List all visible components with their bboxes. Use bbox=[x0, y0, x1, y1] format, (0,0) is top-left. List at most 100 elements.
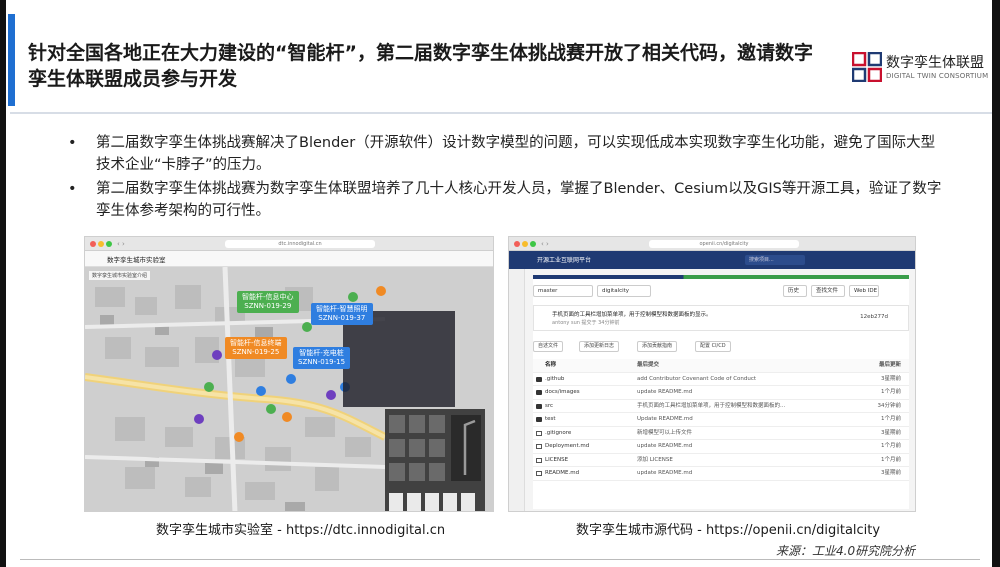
callout-code: SZNN-019-25 bbox=[232, 348, 280, 356]
file-table-header: 名称 最后提交 最后更新 bbox=[533, 359, 909, 373]
readme-button[interactable]: 自述文件 bbox=[533, 341, 564, 352]
folder-icon bbox=[536, 403, 542, 409]
file-name[interactable]: .gitignore bbox=[545, 427, 571, 440]
table-row[interactable]: docs/images update README.md 1个月前 bbox=[533, 386, 909, 400]
add-contributing-button[interactable]: 添加贡献指南 bbox=[637, 341, 678, 352]
file-name[interactable]: docs/images bbox=[545, 386, 580, 399]
browser-nav-arrows-icon: ‹ › bbox=[117, 240, 125, 248]
folder-icon bbox=[536, 390, 542, 395]
file-commit-message[interactable]: 新增模型可以上传文件 bbox=[637, 427, 692, 440]
table-row[interactable]: Deployment.md update README.md 1个月前 bbox=[533, 440, 909, 454]
browser-url: dtc.innodigital.cn bbox=[225, 240, 375, 248]
city-lab-header: 数字孪生城市实验室 bbox=[85, 251, 493, 267]
browser-url: openii.cn/digitalcity bbox=[649, 240, 799, 248]
find-file-button[interactable]: 查找文件 bbox=[811, 285, 845, 297]
file-name[interactable]: src bbox=[545, 400, 553, 413]
file-updated: 3星期前 bbox=[881, 429, 901, 436]
callout-code: SZNN-019-15 bbox=[298, 358, 346, 366]
file-icon bbox=[536, 471, 542, 476]
pole-model-thumbnails bbox=[389, 415, 481, 511]
commit-author: antony sun 提交于 34分钟前 bbox=[552, 320, 620, 326]
callout-pole-charging[interactable]: 智能杆-充电桩 SZNN-019-15 bbox=[293, 347, 351, 369]
col-last-commit: 最后提交 bbox=[637, 362, 660, 368]
file-commit-message[interactable]: update README.md bbox=[637, 440, 692, 453]
callout-pole-info-terminal[interactable]: 智能杆-信息终端 SZNN-019-25 bbox=[225, 337, 287, 359]
file-commit-message[interactable]: Update README.md bbox=[637, 413, 693, 426]
table-row[interactable]: LICENSE 添加 LICENSE 1个月前 bbox=[533, 454, 909, 467]
repo-main: master digitalcity 历史 查找文件 Web IDE 手机页面的… bbox=[533, 275, 909, 509]
window-minimize-dot bbox=[522, 241, 528, 247]
slide: 针对全国各地正在大力建设的“智能杆”，第二届数字孪生体挑战赛开放了相关代码，邀请… bbox=[0, 0, 1000, 567]
bullet-dot: • bbox=[68, 181, 77, 197]
bullet-item: • 第二届数字孪生体挑战赛为数字孪生体联盟培养了几十人核心开发人员，掌握了Ble… bbox=[64, 178, 944, 222]
telemetry-panel bbox=[343, 311, 455, 407]
frame-left bbox=[0, 0, 6, 567]
file-commit-message[interactable]: 手机页面的工具栏增加菜单项，用于控制模型和数据面板的... bbox=[637, 400, 785, 413]
bullet-item: • 第二届数字孪生体挑战赛解决了Blender（开源软件）设计数字模型的问题，可… bbox=[64, 132, 944, 176]
city-lab-brand: 数字孪生城市实验室 bbox=[107, 256, 166, 264]
bullet-text: 第二届数字孪生体挑战赛为数字孪生体联盟培养了几十人核心开发人员，掌握了Blend… bbox=[96, 181, 942, 219]
logo-name-cn: 数字孪生体联盟 bbox=[886, 55, 984, 71]
window-minimize-dot bbox=[98, 241, 104, 247]
table-row[interactable]: .github add Contributor Covenant Code of… bbox=[533, 373, 909, 386]
city-lab-screenshot: ‹ › dtc.innodigital.cn 智能杆-信息中心 SZNN-019… bbox=[84, 236, 494, 512]
callout-title: 智能杆-充电桩 bbox=[299, 349, 344, 357]
title-accent-bar bbox=[8, 14, 15, 106]
web-ide-button[interactable]: Web IDE bbox=[849, 285, 879, 297]
add-changelog-button[interactable]: 添加更新日志 bbox=[579, 341, 620, 352]
table-row[interactable]: .gitignore 新增模型可以上传文件 3星期前 bbox=[533, 427, 909, 440]
file-updated: 3星期前 bbox=[881, 375, 901, 382]
setup-cicd-button[interactable]: 配置 CI/CD bbox=[695, 341, 731, 352]
file-commit-message[interactable]: add Contributor Covenant Code of Conduct bbox=[637, 373, 756, 386]
callout-title: 智能杆-信息终端 bbox=[230, 339, 282, 347]
browser-toolbar: ‹ › openii.cn/digitalcity bbox=[509, 237, 915, 251]
file-name[interactable]: test bbox=[545, 413, 556, 426]
history-button[interactable]: 历史 bbox=[783, 285, 807, 297]
commit-sha[interactable]: 12eb277d bbox=[860, 314, 888, 320]
col-last-update: 最后更新 bbox=[878, 362, 901, 368]
callout-code: SZNN-019-29 bbox=[244, 302, 292, 310]
commit-message: 手机页面的工具栏增加菜单项，用于控制模型和数据面板的显示。 bbox=[552, 312, 712, 318]
callout-title: 智能杆-信息中心 bbox=[242, 293, 294, 301]
callout-pole-info-center[interactable]: 智能杆-信息中心 SZNN-019-29 bbox=[237, 291, 299, 313]
file-name[interactable]: Deployment.md bbox=[545, 440, 589, 453]
caption-city-lab: 数字孪生城市实验室 - https://dtc.innodigital.cn bbox=[156, 523, 446, 538]
file-icon bbox=[536, 457, 542, 463]
table-row[interactable]: test Update README.md 1个月前 bbox=[533, 413, 909, 427]
bullet-list: • 第二届数字孪生体挑战赛解决了Blender（开源软件）设计数字模型的问题，可… bbox=[64, 132, 944, 224]
file-updated: 1个月前 bbox=[881, 389, 901, 395]
logo-name-en: DIGITAL TWIN CONSORTIUM bbox=[886, 72, 989, 80]
file-updated: 1个月前 bbox=[881, 456, 901, 463]
branch-select[interactable]: master bbox=[533, 285, 593, 297]
file-commit-message[interactable]: update README.md bbox=[637, 467, 692, 480]
file-table: 名称 最后提交 最后更新 .github add Contributor Cov… bbox=[533, 359, 909, 481]
repo-path[interactable]: digitalcity bbox=[597, 285, 651, 297]
source-note: 来源：工业4.0研究院分析 bbox=[776, 544, 916, 558]
callout-pole-smart-lighting[interactable]: 智能杆-智慧照明 SZNN-019-37 bbox=[311, 303, 373, 325]
file-commit-message[interactable]: 添加 LICENSE bbox=[637, 454, 673, 467]
window-maximize-dot bbox=[530, 241, 536, 247]
table-row[interactable]: README.md update README.md 3星期前 bbox=[533, 467, 909, 481]
file-name[interactable]: .github bbox=[545, 373, 564, 386]
window-close-dot bbox=[90, 241, 96, 247]
repo-sidebar bbox=[509, 269, 525, 511]
file-icon bbox=[536, 430, 542, 436]
file-updated: 1个月前 bbox=[881, 416, 901, 422]
consortium-logo-icon bbox=[852, 52, 882, 82]
window-close-dot bbox=[514, 241, 520, 247]
callout-code: SZNN-019-37 bbox=[318, 314, 366, 322]
folder-icon bbox=[536, 376, 542, 382]
file-name[interactable]: LICENSE bbox=[545, 454, 568, 467]
file-updated: 3星期前 bbox=[881, 470, 901, 476]
city-lab-subtitle: 数字孪生城市实验室介绍 bbox=[89, 271, 151, 280]
table-row[interactable]: src 手机页面的工具栏增加菜单项，用于控制模型和数据面板的... 34分钟前 bbox=[533, 400, 909, 413]
file-commit-message[interactable]: update README.md bbox=[637, 386, 692, 399]
repo-search-input[interactable]: 搜索项目... bbox=[745, 255, 805, 265]
file-icon bbox=[536, 444, 542, 449]
callout-title: 智能杆-智慧照明 bbox=[316, 305, 368, 313]
file-name[interactable]: README.md bbox=[545, 467, 579, 480]
caption-source-code: 数字孪生城市源代码 - https://openii.cn/digitalcit… bbox=[576, 523, 881, 538]
city-map: 智能杆-信息中心 SZNN-019-29 智能杆-智慧照明 SZNN-019-3… bbox=[85, 267, 493, 511]
consortium-logo: 数字孪生体联盟 DIGITAL TWIN CONSORTIUM bbox=[848, 50, 988, 90]
pole-model-panel bbox=[385, 409, 485, 511]
